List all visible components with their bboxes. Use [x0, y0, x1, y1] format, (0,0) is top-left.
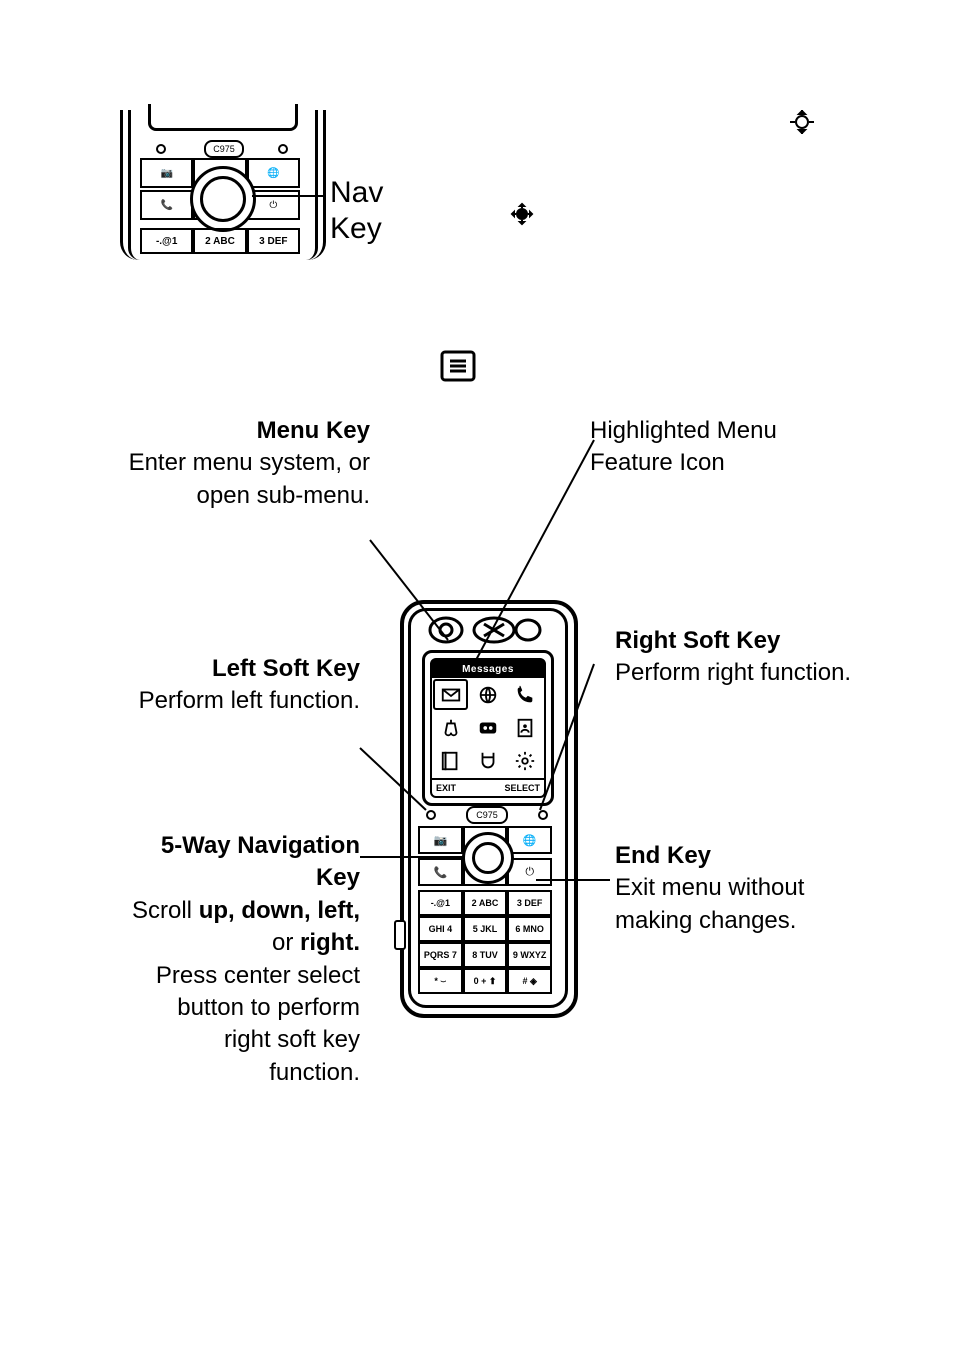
soft-label-select: SELECT	[504, 783, 540, 793]
model-chip: C975	[466, 806, 508, 824]
menu-item-games-icon	[432, 711, 469, 744]
keypad-key: 6 MNO	[507, 916, 552, 942]
crop-mark-icon	[510, 202, 534, 226]
menu-item-tools-icon	[469, 745, 506, 778]
phone-illustration-large: Messages EXIT SELECT C975	[400, 600, 570, 1010]
screen-title: Messages	[432, 660, 544, 678]
soft-label-exit: EXIT	[436, 783, 456, 793]
end-key-callout: End Key Exit menu without making changes…	[615, 840, 845, 937]
keypad-key: 2 ABC	[463, 890, 508, 916]
browser-key-icon: 🌐	[507, 826, 552, 854]
highlighted-callout: Highlighted Menu Feature Icon	[590, 415, 810, 480]
keypad-key: 3 DEF	[507, 890, 552, 916]
keypad-key: 0 + ⬆	[463, 968, 508, 994]
five-way-callout: 5-Way Navigation Key Scroll up, down, le…	[130, 830, 360, 1089]
phone-illustration-small: C975 📷▬🌐 📞⏻ -.@1 2 ABC 3 DEF	[120, 110, 320, 260]
end-key-icon: ⏻	[507, 858, 552, 886]
keypad-key: 9 WXYZ	[507, 942, 552, 968]
keypad-key: -.@1	[140, 228, 193, 254]
crop-mark-icon	[790, 110, 814, 134]
right-soft-key-callout: Right Soft Key Perform right function.	[615, 625, 865, 690]
left-soft-key-callout: Left Soft Key Perform left function.	[100, 653, 360, 718]
nav-key-center	[472, 842, 504, 874]
model-chip: C975	[204, 140, 244, 158]
keypad: -.@1 2 ABC 3 DEF GHI 4 5 JKL 6 MNO PQRS …	[418, 890, 552, 994]
menu-icon	[440, 350, 476, 382]
nav-key-label: NavKey	[330, 175, 383, 247]
keypad-key: PQRS 7	[418, 942, 463, 968]
camera-icon: 📷	[418, 826, 463, 854]
side-button	[394, 920, 406, 950]
menu-item-phonebook-icon	[507, 711, 544, 744]
keypad-key: # ◈	[507, 968, 552, 994]
keypad-key: GHI 4	[418, 916, 463, 942]
menu-item-recent-calls-icon	[507, 678, 544, 711]
keypad-key: 5 JKL	[463, 916, 508, 942]
menu-item-settings-icon	[507, 745, 544, 778]
menu-key-callout: Menu Key Enter menu system, or open sub-…	[100, 415, 370, 512]
menu-item-messages-icon	[432, 678, 469, 711]
send-key-icon: 📞	[418, 858, 463, 886]
keypad-key: 3 DEF	[247, 228, 300, 254]
menu-item-media-icon	[469, 711, 506, 744]
keypad-key: * ⌣	[418, 968, 463, 994]
keypad-key: 8 TUV	[463, 942, 508, 968]
menu-item-office-icon	[432, 745, 469, 778]
menu-item-browser-icon	[469, 678, 506, 711]
keypad-key: -.@1	[418, 890, 463, 916]
keypad-key: 2 ABC	[193, 228, 246, 254]
